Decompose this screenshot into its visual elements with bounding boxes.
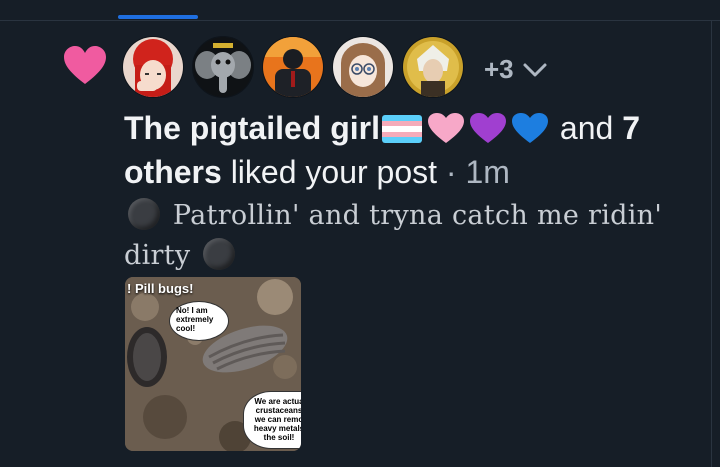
avatar-elephant[interactable] <box>192 36 254 98</box>
scrollbar-track[interactable] <box>711 20 720 467</box>
post-text-main: Patrollin' and tryna catch me ridin' <box>172 200 663 231</box>
action-text: liked your post <box>230 154 438 190</box>
actor-name-link[interactable]: The pigtailed girl <box>124 110 380 146</box>
post-image[interactable]: ! Pill bugs! No! I am extremely cool! We… <box>125 277 301 451</box>
black-circle-icon <box>203 238 236 270</box>
tab-bar <box>0 0 720 21</box>
others-count[interactable]: 7 <box>622 110 640 146</box>
chevron-down-icon <box>523 63 547 76</box>
pink-heart-icon <box>428 113 465 143</box>
heart-icon <box>64 46 106 84</box>
avatar-red-haired-girl[interactable] <box>122 36 184 98</box>
post-text[interactable]: Patrollin' and tryna catch me ridin' dir… <box>124 196 684 276</box>
notification-headline: The pigtailed girl and 7 others liked yo… <box>124 106 704 194</box>
post-text-end: dirty <box>124 240 191 271</box>
speech-bubble-bottom: We are actua crustaceans we can remo hea… <box>243 391 301 449</box>
purple-heart-icon <box>470 113 507 143</box>
avatar-white-haired-character[interactable] <box>402 36 464 98</box>
active-tab-indicator <box>118 15 198 19</box>
avatar-anime-girl-glasses[interactable] <box>332 36 394 98</box>
blue-heart-icon <box>512 113 549 143</box>
separator: · <box>445 154 457 190</box>
others-word[interactable]: others <box>124 154 222 190</box>
more-likers-button[interactable]: +3 <box>484 54 548 85</box>
more-count: +3 <box>484 54 514 84</box>
speech-bubble-top: No! I am extremely cool! <box>169 301 229 341</box>
notification-screen: +3 The pigtailed girl and 7 others liked… <box>0 0 720 467</box>
transgender-flag-icon <box>382 115 423 143</box>
image-title-text: ! Pill bugs! <box>127 281 194 296</box>
avatar-suited-figure[interactable] <box>262 36 324 98</box>
and-text: and <box>559 110 614 146</box>
time-ago: 1m <box>465 154 510 190</box>
black-circle-icon <box>128 198 160 230</box>
